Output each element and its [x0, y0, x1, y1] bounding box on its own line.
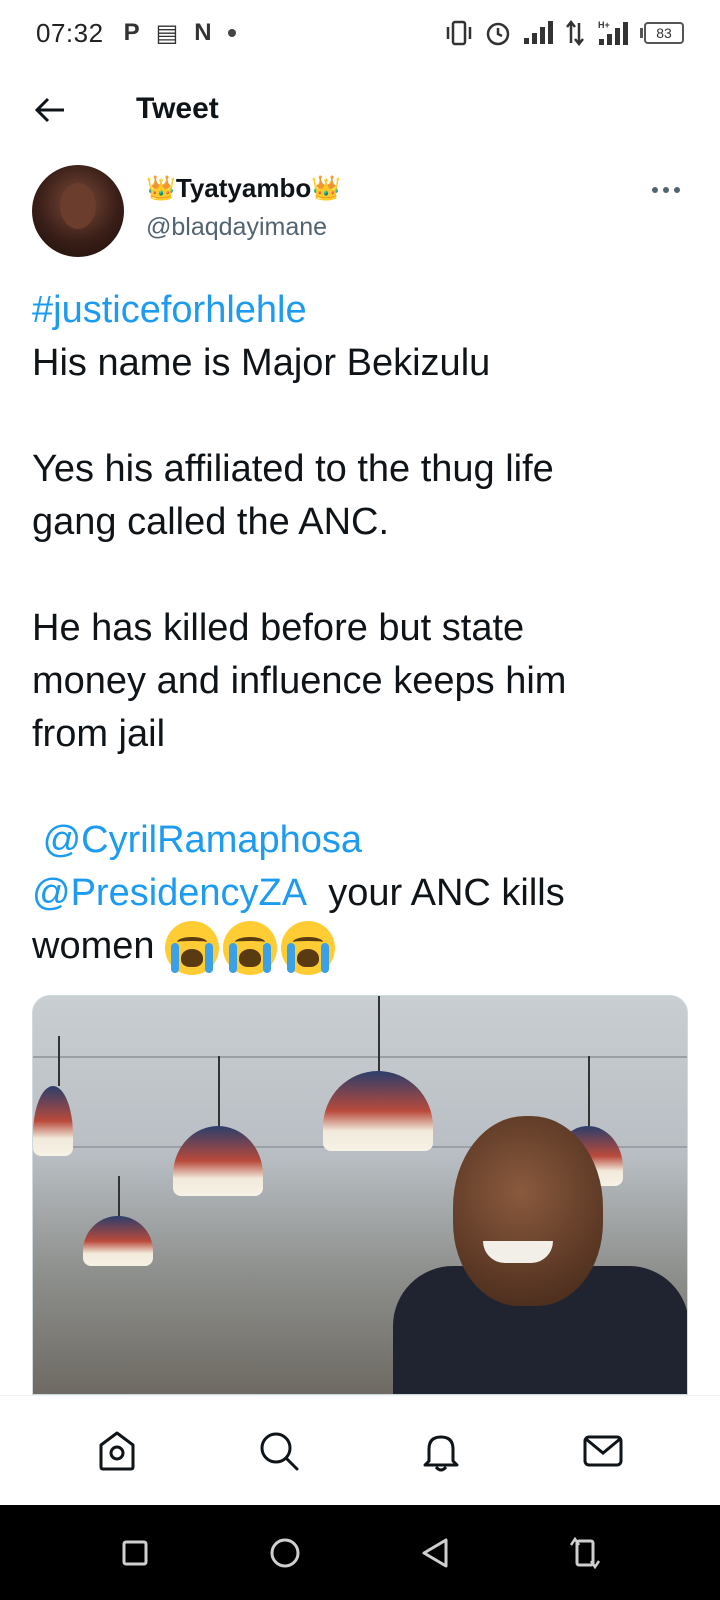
home-icon: [99, 1431, 135, 1470]
nav-search-button[interactable]: [249, 1421, 309, 1481]
rotate-screen-button[interactable]: [560, 1528, 610, 1578]
tweet-line: Yes his affiliated to the thug life: [32, 448, 554, 490]
crying-face-icon: [281, 920, 336, 975]
status-time: 07:32: [36, 17, 104, 48]
news-app-icon: ▤: [155, 19, 179, 47]
battery-tip: [640, 28, 643, 38]
recent-apps-button[interactable]: [110, 1528, 160, 1578]
tweet-line: women: [32, 925, 155, 967]
triangle-back-icon: [422, 1538, 448, 1567]
ceiling-lamp: [323, 996, 433, 1166]
more-options-button[interactable]: [644, 175, 688, 205]
tweet-body: #justiceforhlehle His name is Major Beki…: [32, 284, 692, 975]
rotate-icon: [569, 1536, 601, 1569]
nav-messages-button[interactable]: [573, 1421, 633, 1481]
tweet-line: gang called the ANC.: [32, 501, 390, 543]
bell-icon: [423, 1435, 459, 1471]
tweet-header: Tweet: [0, 66, 720, 158]
parking-app-icon: P: [123, 19, 140, 46]
tweet-line: your ANC kills: [328, 872, 565, 914]
status-bar: 07:32 P ▤ N H+ 83: [0, 0, 720, 66]
vibrate-icon: [446, 20, 472, 46]
more-notifications-dot-icon: [227, 29, 236, 37]
author-handle[interactable]: @blaqdayimane: [146, 213, 327, 242]
notification-icons: P ▤ N: [124, 19, 236, 48]
ceiling-lamp: [173, 1056, 263, 1196]
data-transfer-icon: [566, 19, 584, 47]
nav-home-button[interactable]: [87, 1421, 147, 1481]
back-arrow-icon: [34, 97, 64, 123]
search-icon: [260, 1432, 299, 1470]
avatar-face: [60, 183, 96, 229]
author-name-text: Tyatyambo: [175, 173, 312, 203]
envelope-icon: [583, 1435, 623, 1466]
more-dot-icon: [674, 187, 680, 193]
signal-icon: [524, 21, 553, 44]
square-icon: [122, 1540, 148, 1565]
crown-emoji-right: 👑: [311, 175, 342, 202]
system-back-button[interactable]: [410, 1528, 460, 1578]
avatar[interactable]: [32, 165, 124, 257]
crying-emojis: [165, 920, 336, 975]
tweet-line: His name is Major Bekizulu: [32, 342, 491, 384]
ceiling-lamp: [33, 1036, 83, 1156]
mention-presidencyza[interactable]: @PresidencyZA: [32, 872, 307, 914]
system-status-icons: H+ 83: [444, 19, 684, 47]
author-display-name[interactable]: 👑 Tyatyambo 👑: [146, 173, 341, 204]
tweet-photo[interactable]: [32, 995, 688, 1395]
battery-level: 83: [644, 22, 684, 44]
tweet-line: money and influence keeps him: [32, 660, 567, 702]
crying-face-icon: [223, 920, 278, 975]
more-dot-icon: [663, 187, 669, 193]
tweet-line: from jail: [32, 713, 166, 755]
svg-text:H+: H+: [598, 20, 610, 30]
more-dot-icon: [652, 187, 658, 193]
page-title: Tweet: [136, 92, 219, 125]
back-button[interactable]: [28, 88, 72, 132]
tweet-line: He has killed before but state: [32, 607, 525, 649]
circle-icon: [270, 1538, 300, 1567]
ceiling-lamp: [83, 1176, 153, 1266]
person-head: [453, 1116, 603, 1306]
tweet-author-row: 👑 Tyatyambo 👑 @blaqdayimane: [32, 165, 688, 261]
crying-face-icon: [165, 920, 220, 975]
alarm-icon: [486, 22, 510, 46]
hashtag-link[interactable]: #justiceforhlehle: [32, 289, 307, 331]
person-smile: [483, 1241, 553, 1263]
system-home-button[interactable]: [260, 1528, 310, 1578]
n-app-icon: N: [194, 19, 212, 46]
bottom-navigation: [0, 1395, 720, 1505]
signal-hplus-icon: H+: [598, 20, 628, 45]
battery-indicator: 83: [640, 22, 684, 44]
system-navigation-bar: [0, 1505, 720, 1600]
mention-cyrilramaphosa[interactable]: @CyrilRamaphosa: [43, 819, 362, 861]
crown-emoji-left: 👑: [146, 175, 176, 202]
nav-notifications-button[interactable]: [411, 1421, 471, 1481]
